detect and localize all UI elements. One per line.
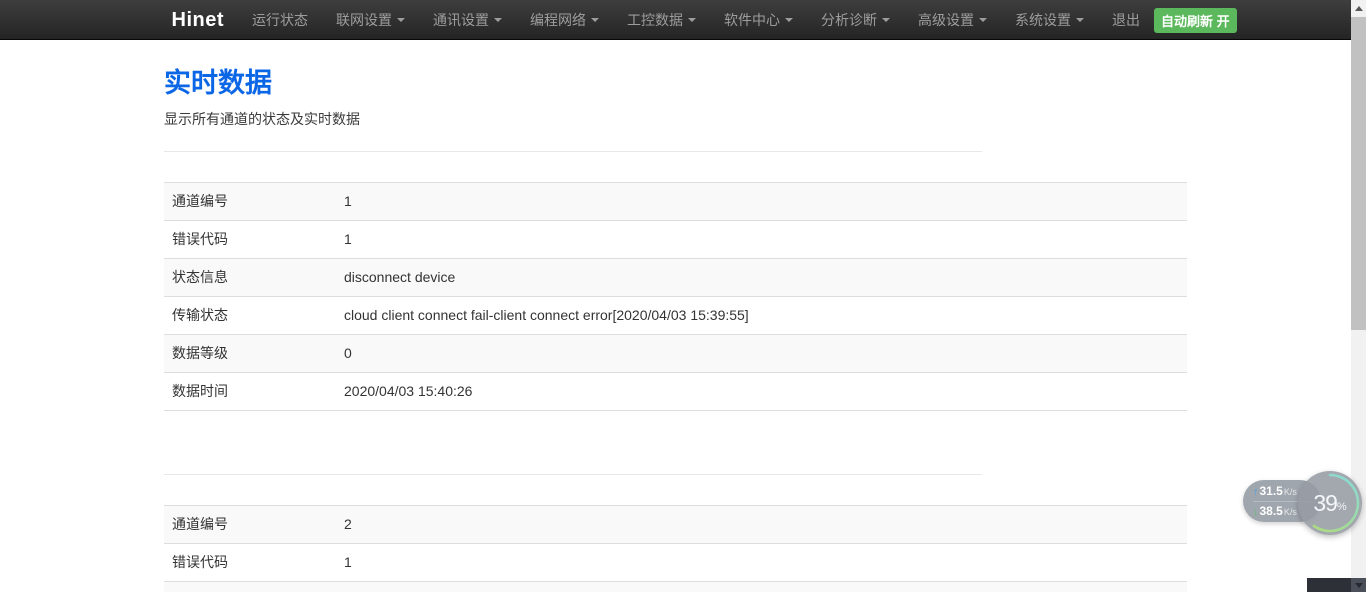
chevron-down-icon bbox=[397, 18, 405, 22]
chevron-down-icon bbox=[785, 18, 793, 22]
row-value: disconnect device bbox=[336, 259, 1187, 297]
row-value: 1 bbox=[336, 183, 1187, 221]
row-label: 通道编号 bbox=[164, 506, 336, 544]
nav-item-label: 系统设置 bbox=[1015, 0, 1071, 40]
nav-item-label: 运行状态 bbox=[252, 0, 308, 40]
table-row: 通道编号2 bbox=[164, 506, 1187, 544]
top-navbar: Hinet 运行状态联网设置 通讯设置 编程网络 工控数据 软件中心 分析诊断 高级设置 系统… bbox=[0, 0, 1366, 40]
chevron-down-icon bbox=[494, 18, 502, 22]
nav-item-label: 分析诊断 bbox=[821, 0, 877, 40]
channel-block: 通道编号1错误代码1状态信息disconnect device传输状态cloud… bbox=[164, 151, 1187, 411]
download-speed-unit: K/s bbox=[1284, 503, 1297, 522]
row-value: 2 bbox=[336, 506, 1187, 544]
nav-item-label: 编程网络 bbox=[530, 0, 586, 40]
table-row: 通道编号1 bbox=[164, 183, 1187, 221]
row-label: 通道编号 bbox=[164, 183, 336, 221]
section-divider bbox=[164, 474, 982, 475]
row-label: 错误代码 bbox=[164, 221, 336, 259]
nav-item-label: 联网设置 bbox=[336, 0, 392, 40]
row-value: 0 bbox=[336, 335, 1187, 373]
download-arrow-icon: ↓ bbox=[1253, 503, 1259, 522]
row-label: 状态信息 bbox=[164, 259, 336, 297]
nav-item-label: 工控数据 bbox=[627, 0, 683, 40]
section-divider bbox=[164, 151, 982, 152]
nav-item[interactable]: 通讯设置 bbox=[419, 0, 516, 40]
page-body: 实时数据 显示所有通道的状态及实时数据 通道编号1错误代码1状态信息discon… bbox=[0, 61, 1351, 592]
nav-item[interactable]: 工控数据 bbox=[613, 0, 710, 40]
upload-arrow-icon: ↑ bbox=[1253, 483, 1259, 502]
auto-refresh-badge[interactable]: 自动刷新 开 bbox=[1154, 8, 1237, 33]
page-subtitle: 显示所有通道的状态及实时数据 bbox=[164, 109, 1187, 129]
memory-percent-button[interactable]: 39 % bbox=[1298, 471, 1362, 535]
nav-item-label: 软件中心 bbox=[724, 0, 780, 40]
scrollbar-thumb[interactable] bbox=[1351, 17, 1366, 330]
brand-logo[interactable]: Hinet bbox=[172, 9, 225, 32]
nav-item[interactable]: 软件中心 bbox=[710, 0, 807, 40]
nav-item[interactable]: 分析诊断 bbox=[807, 0, 904, 40]
table-row: 状态信息disconnect device bbox=[164, 259, 1187, 297]
table-row: 错误代码1 bbox=[164, 544, 1187, 582]
nav-item[interactable]: 运行状态 bbox=[238, 0, 322, 40]
chevron-down-icon bbox=[688, 18, 696, 22]
progress-arc-icon bbox=[1298, 471, 1362, 535]
row-label: 数据等级 bbox=[164, 335, 336, 373]
chevron-down-icon bbox=[979, 18, 987, 22]
upload-speed-value: 31.5 bbox=[1260, 482, 1283, 501]
table-row: 数据等级0 bbox=[164, 335, 1187, 373]
row-label: 数据时间 bbox=[164, 373, 336, 411]
row-value: disconnect device bbox=[336, 582, 1187, 592]
nav-item-label: 通讯设置 bbox=[433, 0, 489, 40]
bottom-bar-expand-button[interactable] bbox=[1351, 578, 1366, 592]
channel-block: 通道编号2错误代码1状态信息disconnect device bbox=[164, 474, 1187, 592]
nav-item-label: 退出 bbox=[1112, 0, 1140, 40]
page-title: 实时数据 bbox=[164, 61, 1187, 100]
row-label: 错误代码 bbox=[164, 544, 336, 582]
table-row: 状态信息disconnect device bbox=[164, 582, 1187, 592]
table-row: 数据时间2020/04/03 15:40:26 bbox=[164, 373, 1187, 411]
download-speed-value: 38.5 bbox=[1260, 502, 1283, 521]
chevron-down-icon bbox=[1076, 18, 1084, 22]
channels: 通道编号1错误代码1状态信息disconnect device传输状态cloud… bbox=[164, 151, 1187, 592]
nav-item[interactable]: 编程网络 bbox=[516, 0, 613, 40]
nav-item-label: 高级设置 bbox=[918, 0, 974, 40]
channel-table: 通道编号2错误代码1状态信息disconnect device bbox=[164, 505, 1187, 592]
table-row: 错误代码1 bbox=[164, 221, 1187, 259]
main-content: 实时数据 显示所有通道的状态及实时数据 通道编号1错误代码1状态信息discon… bbox=[164, 61, 1187, 592]
row-label: 状态信息 bbox=[164, 582, 336, 592]
row-value: cloud client connect fail-client connect… bbox=[336, 297, 1187, 335]
triangle-down-icon bbox=[1355, 583, 1363, 588]
nav-item[interactable]: 高级设置 bbox=[904, 0, 1001, 40]
chevron-down-icon bbox=[882, 18, 890, 22]
nav-menu: 运行状态联网设置 通讯设置 编程网络 工控数据 软件中心 分析诊断 高级设置 系统设置 退出 bbox=[238, 0, 1154, 40]
navbar-container: Hinet 运行状态联网设置 通讯设置 编程网络 工控数据 软件中心 分析诊断 高级设置 系统… bbox=[172, 0, 1195, 40]
row-value: 2020/04/03 15:40:26 bbox=[336, 373, 1187, 411]
scrollbar-up-button[interactable] bbox=[1351, 0, 1366, 17]
upload-speed-unit: K/s bbox=[1284, 483, 1297, 502]
table-row: 传输状态cloud client connect fail-client con… bbox=[164, 297, 1187, 335]
nav-item[interactable]: 系统设置 bbox=[1001, 0, 1098, 40]
nav-item[interactable]: 退出 bbox=[1098, 0, 1154, 40]
row-label: 传输状态 bbox=[164, 297, 336, 335]
channel-table: 通道编号1错误代码1状态信息disconnect device传输状态cloud… bbox=[164, 182, 1187, 411]
row-value: 1 bbox=[336, 544, 1187, 582]
nav-item[interactable]: 联网设置 bbox=[322, 0, 419, 40]
chevron-down-icon bbox=[591, 18, 599, 22]
triangle-up-icon bbox=[1355, 6, 1363, 11]
bottom-overlay-bar bbox=[1307, 578, 1366, 592]
row-value: 1 bbox=[336, 221, 1187, 259]
